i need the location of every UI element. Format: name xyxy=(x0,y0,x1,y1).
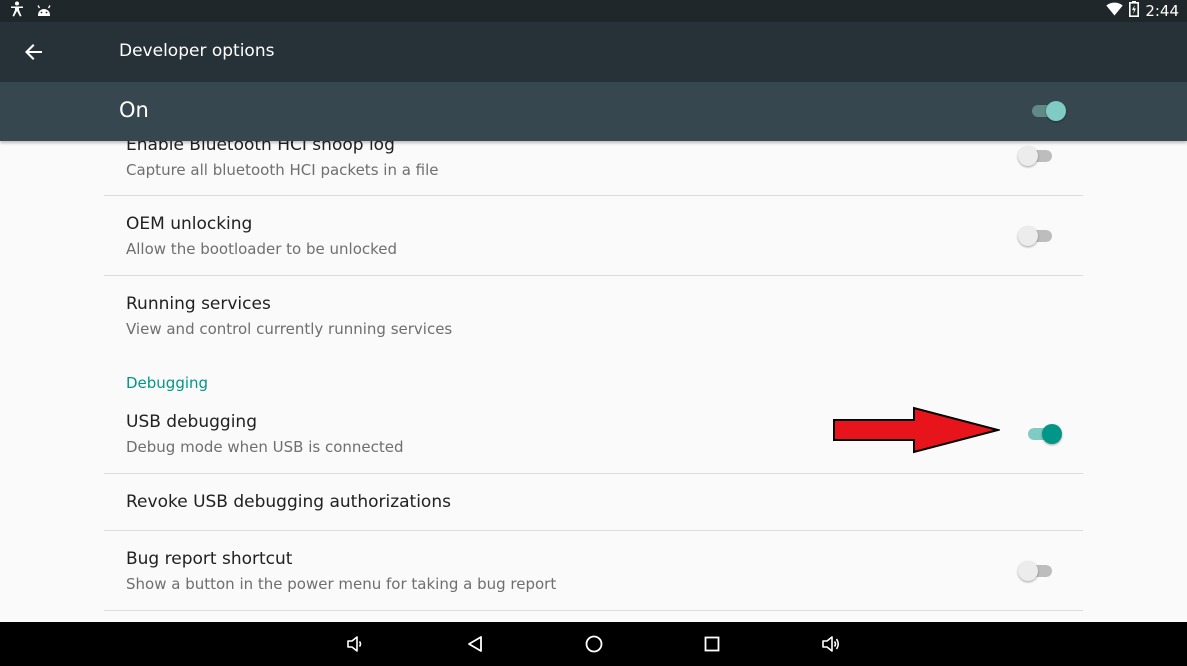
recents-square-icon xyxy=(704,636,720,652)
back-nav-button[interactable] xyxy=(463,632,487,656)
setting-bug-report-shortcut[interactable]: Bug report shortcut Show a button in the… xyxy=(104,531,1083,610)
setting-title: Running services xyxy=(126,294,271,314)
switch-thumb xyxy=(1018,226,1038,246)
setting-summary: View and control currently running servi… xyxy=(126,320,453,338)
home-nav-button[interactable] xyxy=(582,632,606,656)
master-switch-label: On xyxy=(119,98,149,122)
bug-report-switch[interactable] xyxy=(1018,560,1054,582)
recents-nav-button[interactable] xyxy=(700,632,724,656)
setting-title: OEM unlocking xyxy=(126,214,253,234)
master-switch-bar[interactable]: On xyxy=(0,82,1187,141)
home-circle-icon xyxy=(585,635,603,653)
setting-summary: Allow the bootloader to be unlocked xyxy=(126,240,398,258)
setting-oem-unlocking[interactable]: OEM unlocking Allow the bootloader to be… xyxy=(104,196,1083,275)
bt-hci-switch[interactable] xyxy=(1018,145,1054,167)
status-time: 2:44 xyxy=(1145,2,1179,20)
status-left-icons xyxy=(10,1,52,21)
volume-down-button[interactable] xyxy=(343,632,367,656)
volume-up-button[interactable] xyxy=(819,632,843,656)
setting-revoke-usb-authorizations[interactable]: Revoke USB debugging authorizations xyxy=(104,474,1083,530)
back-triangle-icon xyxy=(468,636,482,652)
accessibility-icon xyxy=(10,1,24,21)
red-arrow-annotation xyxy=(833,406,1000,454)
wifi-icon xyxy=(1106,2,1124,20)
switch-thumb xyxy=(1018,561,1038,581)
setting-title: Bug report shortcut xyxy=(126,549,293,569)
divider xyxy=(104,610,1083,611)
setting-running-services[interactable]: Running services View and control curren… xyxy=(104,276,1083,356)
usb-debugging-switch[interactable] xyxy=(1026,423,1062,445)
oem-unlocking-switch[interactable] xyxy=(1018,225,1054,247)
settings-list: Enable Bluetooth HCI snoop log Capture a… xyxy=(104,141,1083,622)
back-button[interactable] xyxy=(22,40,46,64)
switch-thumb xyxy=(1046,101,1066,121)
master-switch[interactable] xyxy=(1030,100,1066,122)
battery-icon xyxy=(1129,1,1140,21)
navigation-bar xyxy=(0,622,1187,666)
setting-title: Enable Bluetooth HCI snoop log xyxy=(126,141,395,155)
setting-title: Revoke USB debugging authorizations xyxy=(126,492,451,512)
page-title: Developer options xyxy=(119,41,275,61)
category-debugging: Debugging xyxy=(126,374,209,392)
setting-summary: Show a button in the power menu for taki… xyxy=(126,575,557,593)
switch-thumb xyxy=(1042,424,1062,444)
switch-thumb xyxy=(1018,146,1038,166)
setting-summary: Capture all bluetooth HCI packets in a f… xyxy=(126,161,439,179)
arrow-back-icon xyxy=(25,44,42,60)
setting-summary: Debug mode when USB is connected xyxy=(126,438,404,456)
app-toolbar: Developer options xyxy=(0,22,1187,82)
status-right: 2:44 xyxy=(1106,1,1179,21)
android-icon xyxy=(36,2,52,21)
setting-title: USB debugging xyxy=(126,412,257,432)
status-bar: 2:44 xyxy=(0,0,1187,22)
setting-bt-hci-snoop[interactable]: Enable Bluetooth HCI snoop log Capture a… xyxy=(104,141,1083,196)
volume-up-icon xyxy=(822,636,840,652)
volume-down-icon xyxy=(347,636,362,652)
